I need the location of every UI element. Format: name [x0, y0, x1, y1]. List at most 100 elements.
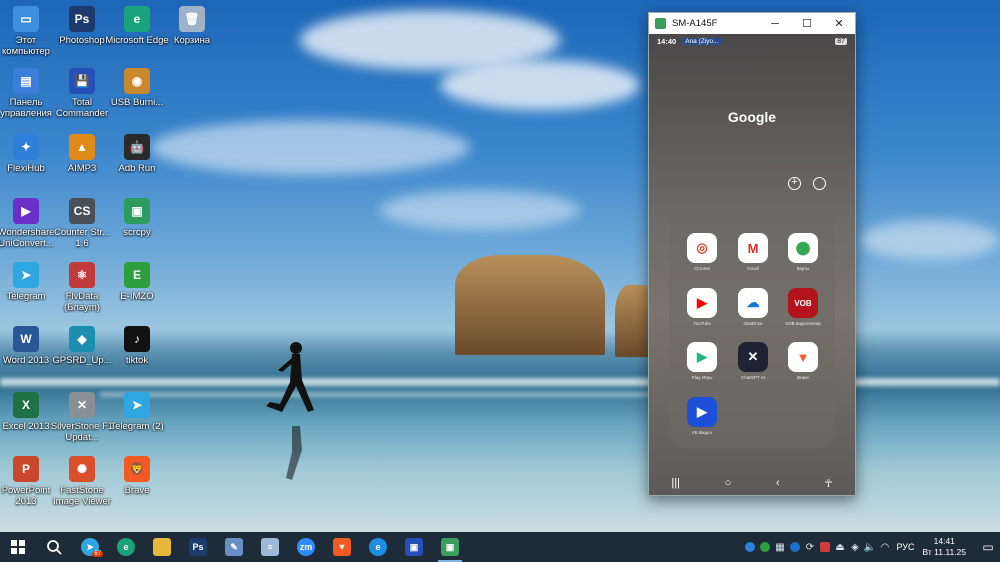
phone-app-label: Gmail: [747, 266, 759, 271]
taskbar-scrcpy[interactable]: ▣: [432, 532, 468, 562]
recents-icon[interactable]: |||: [671, 477, 680, 489]
taskbar-brave[interactable]: ▼: [324, 532, 360, 562]
status-notification: Ana (Ziyo...: [681, 37, 723, 45]
taskbar-zoom[interactable]: zm: [288, 532, 324, 562]
taskbar-notepad[interactable]: ≡: [252, 532, 288, 562]
desktop-shortcut-label: USB Burni...: [110, 97, 164, 108]
red-tray-icon[interactable]: [818, 532, 833, 562]
add-app-icon[interactable]: +: [788, 177, 801, 190]
eimzo-tray-icon[interactable]: [758, 532, 773, 562]
window-titlebar[interactable]: SM-A145F ─ ☐ ✕: [649, 13, 855, 34]
phone-app[interactable]: ▼ Brave: [781, 342, 825, 380]
tiktok-icon: ♪: [124, 326, 150, 352]
phone-app-label: VK Видео: [691, 430, 713, 435]
scrcpy-phone-window[interactable]: SM-A145F ─ ☐ ✕ 14:40 Ana (Ziyo... 87 Goo…: [648, 12, 856, 496]
taskbar-photoshop[interactable]: Ps: [180, 532, 216, 562]
bluetooth-icon[interactable]: [788, 532, 803, 562]
taskbar-ie[interactable]: e: [360, 532, 396, 562]
desktop-shortcut[interactable]: 🦁 Brave: [104, 456, 170, 496]
taskbar-settings-app[interactable]: ✎: [216, 532, 252, 562]
ie-icon: e: [369, 538, 387, 556]
folder-color-icon[interactable]: [813, 177, 826, 190]
phone-app[interactable]: VOB VOB видеоплеер: [781, 288, 825, 326]
sea-rock: [455, 255, 605, 355]
aimp-icon: ▲: [69, 134, 95, 160]
phone-app[interactable]: ▶ VK Видео: [680, 397, 724, 435]
desktop-shortcut[interactable]: 🗑 Корзина: [159, 6, 225, 46]
minimize-button[interactable]: ─: [759, 13, 791, 34]
close-button[interactable]: ✕: [823, 13, 855, 34]
maps-icon: ⬤: [788, 233, 818, 263]
volume-mute-icon[interactable]: 🔈: [863, 532, 878, 562]
atom-icon: ⚛: [69, 262, 95, 288]
powerpoint-icon: P: [13, 456, 39, 482]
accessibility-icon[interactable]: ☥: [824, 477, 832, 490]
notification-center-icon[interactable]: ▭: [976, 540, 1000, 554]
edge-icon: e: [117, 538, 135, 556]
phone-nav-bar: ||| ○ ‹ ☥: [649, 471, 855, 495]
phone-app[interactable]: ☁ OneDrive: [731, 288, 775, 326]
phone-app[interactable]: ◎ Chrome: [680, 233, 724, 271]
taskbar-explorer[interactable]: [144, 532, 180, 562]
phone-screen[interactable]: 14:40 Ana (Ziyo... 87 Google + ||| ○ ‹ ☥…: [649, 34, 855, 495]
desktop-shortcut-label: Telegram (2): [110, 421, 164, 432]
silverstone-icon: ✕: [69, 392, 95, 418]
phone-app[interactable]: ✕ ChatGPT AI: [731, 342, 775, 380]
desktop-shortcut[interactable]: ◉ USB Burni...: [104, 68, 170, 108]
taskbar-clock[interactable]: 14:41 Вт 11.11.25: [923, 536, 966, 558]
phone-app[interactable]: ▶ YouTube: [680, 288, 724, 326]
taskbar-total-commander[interactable]: ▣: [396, 532, 432, 562]
edge-icon: e: [124, 6, 150, 32]
gmail-icon: M: [738, 233, 768, 263]
system-tray: ▦ ⟳ ⏏ ◈ 🔈 ◠ РУС 14:41 Вт 11.11.25 ▭: [743, 532, 1000, 562]
desktop-shortcut[interactable]: E E-IMZO: [104, 262, 170, 302]
brave-icon: ▼: [333, 538, 351, 556]
gpu-tray-icon[interactable]: ▦: [773, 532, 788, 562]
desktop-shortcut-label: E-IMZO: [120, 291, 154, 302]
phone-app-label: ChatGPT AI: [741, 375, 765, 380]
phone-app-label: Play Игры: [691, 375, 713, 380]
wifi-icon[interactable]: ◠: [878, 532, 893, 562]
android-icon: ▣: [441, 538, 459, 556]
shield-tray-icon[interactable]: ◈: [848, 532, 863, 562]
total-commander-icon: 💾: [69, 68, 95, 94]
folder-title[interactable]: Google: [649, 109, 855, 125]
info-icon[interactable]: [743, 532, 758, 562]
desktop-shortcut[interactable]: 🤖 Adb Run: [104, 134, 170, 174]
brave-icon: 🦁: [124, 456, 150, 482]
adb-run-icon: 🤖: [124, 134, 150, 160]
status-time: 14:40: [657, 36, 677, 46]
usb-tray-icon[interactable]: ⏏: [833, 532, 848, 562]
taskbar-telegram[interactable]: ➤ 67: [72, 532, 108, 562]
phone-app-label: VOB видеоплеер: [785, 321, 821, 326]
windows-icon: [11, 540, 25, 554]
language-indicator[interactable]: РУС: [897, 542, 915, 552]
window-title: SM-A145F: [672, 18, 718, 29]
desktop-shortcut[interactable]: ➤ Telegram (2): [104, 392, 170, 432]
start-button[interactable]: [0, 532, 36, 562]
desktop-shortcut[interactable]: ▣ scrcpy: [104, 198, 170, 238]
clock-time: 14:41: [933, 536, 955, 546]
phone-status-bar: 14:40 Ana (Ziyo... 87: [649, 34, 855, 48]
phone-app[interactable]: ⬤ Карты: [781, 233, 825, 271]
excel-icon: X: [13, 392, 39, 418]
gpsrd-icon: ◆: [69, 326, 95, 352]
cloud: [380, 190, 580, 230]
phone-app[interactable]: M Gmail: [731, 233, 775, 271]
phone-app-label: Карты: [796, 266, 810, 271]
telegram-badge: 67: [92, 551, 103, 557]
desktop-shortcut-label: Brave: [124, 485, 150, 496]
telegram-2-icon: ➤: [124, 392, 150, 418]
maximize-button[interactable]: ☐: [791, 13, 823, 34]
scrcpy-icon: ▣: [124, 198, 150, 224]
taskbar-edge[interactable]: e: [108, 532, 144, 562]
desktop-shortcut-label: Корзина: [173, 35, 211, 46]
home-icon[interactable]: ○: [725, 477, 732, 489]
search-icon: [47, 540, 62, 555]
desktop-shortcut[interactable]: ♪ tiktok: [104, 326, 170, 366]
back-icon[interactable]: ‹: [776, 477, 780, 489]
sync-tray-icon[interactable]: ⟳: [803, 532, 818, 562]
search-button[interactable]: [36, 532, 72, 562]
youtube-icon: ▶: [687, 288, 717, 318]
phone-app[interactable]: ▶ Play Игры: [680, 342, 724, 380]
